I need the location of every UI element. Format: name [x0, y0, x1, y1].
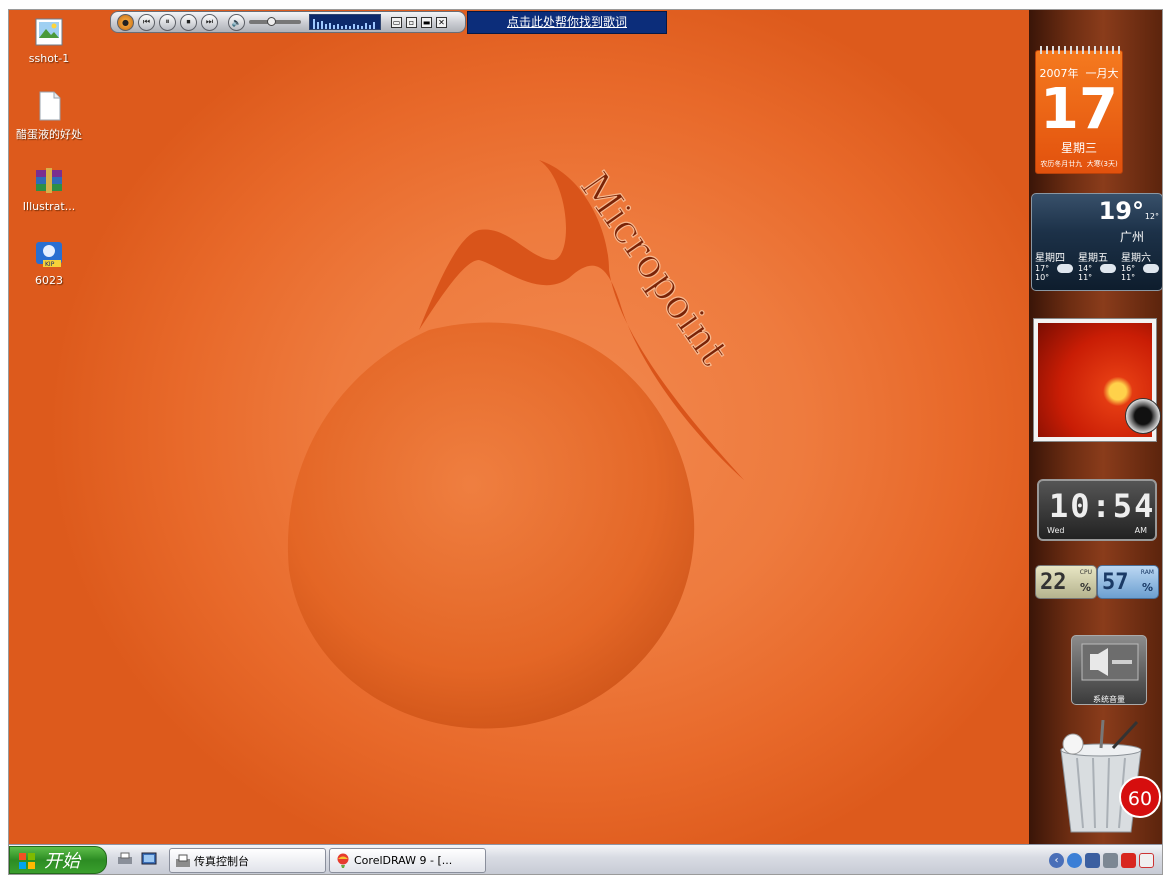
- forecast-day-name: 星期四: [1035, 253, 1065, 264]
- system-tray: ‹: [1045, 847, 1162, 874]
- forecast-day: 星期四 17° 10°: [1035, 249, 1077, 282]
- clock-day: Wed: [1047, 526, 1065, 535]
- desktop-icon-label: 6023: [35, 274, 63, 287]
- tray-monitor-icon[interactable]: [1085, 853, 1100, 868]
- desktop-icon-illustrator-archive[interactable]: Illustrat...: [9, 164, 89, 213]
- memory-meter-gadget[interactable]: 57 RAM %: [1097, 565, 1159, 599]
- cpu-label: CPU: [1079, 569, 1092, 576]
- cpu-meter-gadget[interactable]: 22 CPU %: [1035, 565, 1097, 599]
- blank-document-icon: [33, 90, 65, 122]
- player-logo-icon[interactable]: ●: [117, 13, 134, 31]
- forecast-day: 星期六 16° 11°: [1121, 249, 1162, 282]
- recycle-bin-gadget[interactable]: 60: [1045, 719, 1161, 840]
- cpu-unit: %: [1079, 581, 1091, 594]
- windows-logo-icon: [19, 853, 35, 869]
- clock-time: 10:54: [1049, 487, 1156, 525]
- start-button[interactable]: 开始: [9, 846, 107, 874]
- calendar-rings: [1040, 46, 1120, 54]
- camera-lens-icon: [1125, 398, 1161, 434]
- pause-icon[interactable]: ⏸: [159, 13, 176, 31]
- forecast-day-name: 星期六: [1121, 253, 1151, 264]
- tray-antivirus-icon[interactable]: [1139, 853, 1154, 868]
- digital-clock-gadget[interactable]: 10:54 Wed AM: [1037, 479, 1157, 541]
- tray-security-icon[interactable]: [1121, 853, 1136, 868]
- tray-device-icon[interactable]: [1103, 853, 1118, 868]
- player-mode-button[interactable]: ▭: [391, 16, 402, 28]
- cpu-value: 22: [1040, 570, 1067, 595]
- task-label: CorelDRAW 9 - [...: [354, 854, 453, 867]
- rain-cloud-icon: [1100, 264, 1116, 273]
- screen: Micropoint sshot-1 醋蛋液的好处 Illustrat... K…: [8, 9, 1163, 875]
- player-minimize-button[interactable]: ▬: [421, 16, 432, 28]
- forecast-low: 10°: [1035, 273, 1050, 282]
- start-label: 开始: [44, 851, 80, 872]
- system-volume-gadget[interactable]: 系统音量: [1071, 635, 1147, 705]
- weather-current-temp: 19°: [1098, 197, 1144, 225]
- desktop-sidebar: 2007年 一月大 17 星期三 农历冬月廿九 大寒(3天) 19° 12° 广…: [1029, 10, 1162, 844]
- image-file-icon: [33, 16, 65, 48]
- player-skin-button[interactable]: ▫: [406, 16, 417, 28]
- forecast-day: 星期五 14° 11°: [1078, 249, 1120, 282]
- coreldraw-balloon-icon: [337, 853, 349, 868]
- volume-icon[interactable]: 🔈: [228, 13, 245, 31]
- svg-text:KIP: KIP: [45, 261, 55, 268]
- recycle-bin-count-badge: 60: [1119, 776, 1161, 818]
- player-close-button[interactable]: ✕: [436, 16, 447, 28]
- clock-ampm: AM: [1134, 526, 1147, 535]
- weather-gadget[interactable]: 19° 12° 广州 星期四 17° 10° 星期五 14° 11° 星期六 1…: [1031, 193, 1162, 291]
- visualizer-display: [309, 14, 381, 30]
- wallpaper-art: Micropoint: [287, 160, 744, 729]
- desktop-icon-label: sshot-1: [28, 52, 70, 65]
- forecast-low: 11°: [1121, 273, 1136, 282]
- weather-forecast: 星期四 17° 10° 星期五 14° 11° 星期六 16° 11°: [1035, 249, 1162, 282]
- fax-icon: [176, 854, 190, 867]
- calendar-gadget[interactable]: 2007年 一月大 17 星期三 农历冬月廿九 大寒(3天): [1035, 46, 1123, 174]
- previous-track-icon[interactable]: ⏮: [138, 13, 155, 31]
- taskbar: 开始 传真控制台 CorelDRAW 9 - [... ‹: [9, 844, 1162, 874]
- quicklaunch-desktop-icon[interactable]: [141, 851, 157, 867]
- next-track-icon[interactable]: ⏭: [201, 13, 218, 31]
- stop-icon[interactable]: ⏹: [180, 13, 197, 31]
- forecast-low: 11°: [1078, 273, 1093, 282]
- volume-slider[interactable]: [249, 17, 301, 26]
- desktop-icon-6023[interactable]: KIP 6023: [9, 238, 89, 287]
- memory-label: RAM: [1140, 569, 1154, 576]
- rain-cloud-icon: [1057, 264, 1073, 273]
- calendar-lunar: 农历冬月廿九 大寒(3天): [1040, 160, 1118, 168]
- wallpaper-logo-text: Micropoint: [571, 164, 737, 374]
- quicklaunch-printer-icon[interactable]: [117, 851, 133, 867]
- forecast-day-name: 星期五: [1078, 253, 1108, 264]
- weather-city: 广州: [1119, 230, 1144, 244]
- kip-app-icon: KIP: [33, 238, 65, 270]
- task-coreldraw[interactable]: CorelDRAW 9 - [...: [329, 848, 486, 873]
- media-player-bar[interactable]: ● ⏮ ⏸ ⏹ ⏭ 🔈 ▭ ▫ ▬ ✕: [110, 11, 466, 33]
- weather-low-temp: 12°: [1144, 212, 1159, 221]
- desktop[interactable]: Micropoint sshot-1 醋蛋液的好处 Illustrat... K…: [9, 10, 1029, 844]
- desktop-icon-document[interactable]: 醋蛋液的好处: [9, 90, 89, 142]
- task-label: 传真控制台: [194, 854, 249, 868]
- calendar-day: 17: [1040, 77, 1118, 142]
- memory-unit: %: [1141, 581, 1153, 594]
- winrar-archive-icon: [33, 164, 65, 196]
- desktop-icon-label: Illustrat...: [22, 200, 76, 213]
- speaker-icon: [1081, 643, 1139, 681]
- rain-cloud-icon: [1143, 264, 1159, 273]
- tray-network-icon[interactable]: [1067, 853, 1082, 868]
- task-fax-console[interactable]: 传真控制台: [169, 848, 326, 873]
- desktop-icon-sshot[interactable]: sshot-1: [9, 16, 89, 65]
- desktop-icon-label: 醋蛋液的好处: [16, 128, 82, 141]
- wallpaper-fruit-shape: [287, 322, 695, 729]
- lyric-search-link[interactable]: 点击此处帮你找到歌词: [467, 11, 667, 34]
- memory-value: 57: [1102, 570, 1129, 595]
- tray-expand-icon[interactable]: ‹: [1049, 853, 1064, 868]
- volume-label: 系统音量: [1093, 695, 1125, 704]
